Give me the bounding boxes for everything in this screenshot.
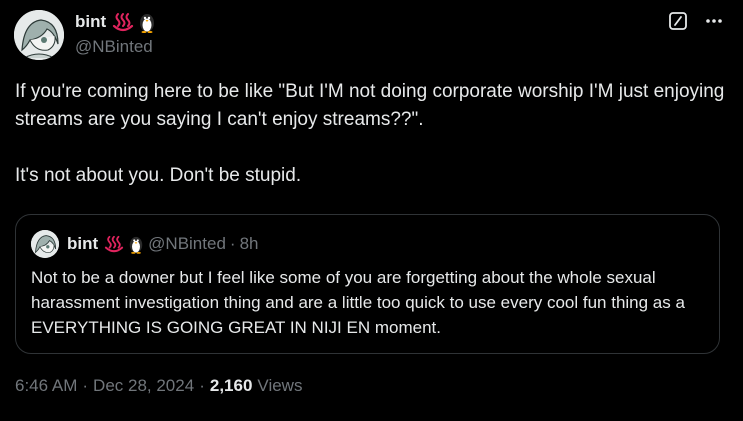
grok-icon[interactable]	[667, 10, 689, 32]
more-icon[interactable]	[703, 10, 725, 32]
separator-dot: ·	[82, 376, 89, 395]
avatar-image	[14, 10, 64, 60]
avatar-image	[31, 230, 59, 258]
author-display-name[interactable]: bint	[75, 12, 106, 32]
quoted-tweet-time[interactable]: 8h	[240, 234, 259, 254]
quoted-author-avatar	[31, 230, 59, 258]
header-actions	[667, 10, 725, 32]
hot-springs-emoji	[104, 235, 124, 253]
quoted-tweet-header: bint @NBinted · 8h	[31, 230, 259, 258]
author-name-row[interactable]: bint	[75, 11, 156, 33]
tweet-meta: 6:46 AM · Dec 28, 2024 · 2,160 Views	[15, 376, 302, 396]
tweet-paragraph: If you're coming here to be like "But I'…	[15, 81, 725, 130]
author-handle[interactable]: @NBinted	[75, 37, 153, 57]
tweet-time[interactable]: 6:46 AM	[15, 376, 77, 396]
tweet-text: If you're coming here to be like "But I'…	[15, 78, 727, 190]
views-count: 2,160	[209, 376, 253, 395]
penguin-emoji	[128, 234, 144, 254]
separator-dot: ·	[229, 234, 236, 253]
quoted-author-handle: @NBinted	[148, 234, 226, 253]
hot-springs-emoji	[112, 12, 134, 32]
separator-dot: ·	[199, 376, 205, 395]
quoted-tweet-card[interactable]: bint @NBinted · 8h Not to be a downer bu…	[15, 214, 720, 354]
penguin-emoji	[138, 11, 156, 33]
tweet-paragraph: It's not about you. Don't be stupid.	[15, 165, 302, 186]
author-avatar[interactable]	[14, 10, 64, 60]
quoted-author-display-name: bint	[67, 234, 99, 253]
quoted-tweet-text: Not to be a downer but I feel like some …	[31, 268, 685, 337]
tweet: bint @NBinted If you're coming here to b…	[0, 0, 743, 421]
views-label: Views	[257, 376, 303, 395]
tweet-date[interactable]: Dec 28, 2024	[93, 376, 194, 396]
